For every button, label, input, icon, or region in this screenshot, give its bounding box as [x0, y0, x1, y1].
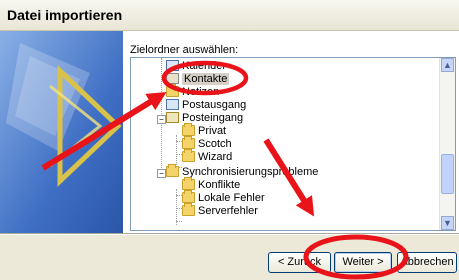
tree-item-kalender[interactable]: Kalender: [166, 60, 226, 73]
scroll-down-button[interactable]: ▼: [441, 216, 454, 230]
tree-item-posteingang[interactable]: Posteingang: [166, 112, 243, 125]
folder-icon: [182, 177, 195, 190]
folder-tree[interactable]: Kalender Kontakte Notizen Postausgang − …: [130, 57, 456, 231]
folder-icon: [182, 123, 195, 136]
outbox-icon: [166, 99, 179, 110]
title-bar: Datei importieren: [0, 0, 459, 31]
cancel-button[interactable]: Abbrechen: [397, 252, 457, 273]
folder-icon: [166, 84, 179, 97]
calendar-icon: [166, 60, 179, 71]
collapse-sync-toggle[interactable]: −: [157, 169, 166, 178]
scroll-thumb[interactable]: [441, 154, 454, 194]
scroll-up-button[interactable]: ▲: [441, 58, 454, 72]
vertical-scrollbar[interactable]: ▲ ▼: [439, 58, 455, 230]
folder-icon: [166, 164, 179, 177]
tree-item-serverfehler[interactable]: Serverfehler: [182, 203, 258, 218]
target-folder-label: Zielordner auswählen:: [130, 44, 239, 56]
folder-icon: [182, 203, 195, 216]
folder-icon: [182, 190, 195, 203]
folder-icon: [182, 149, 195, 162]
back-button[interactable]: < Zurück: [268, 252, 331, 273]
tree-item-lokale-fehler[interactable]: Lokale Fehler: [182, 190, 265, 205]
inbox-icon: [166, 112, 179, 123]
folder-icon: [182, 136, 195, 149]
button-separator: [0, 233, 459, 235]
window-title: Datei importieren: [7, 7, 123, 23]
collapse-posteingang-toggle[interactable]: −: [157, 115, 166, 124]
next-button[interactable]: Weiter >: [334, 252, 392, 273]
tree-item-notizen[interactable]: Notizen: [166, 84, 219, 99]
contacts-folder-icon: [166, 73, 179, 84]
tree-item-postausgang[interactable]: Postausgang: [166, 99, 246, 112]
tree-item-wizard[interactable]: Wizard: [182, 149, 232, 164]
wizard-graphic: [0, 31, 123, 233]
